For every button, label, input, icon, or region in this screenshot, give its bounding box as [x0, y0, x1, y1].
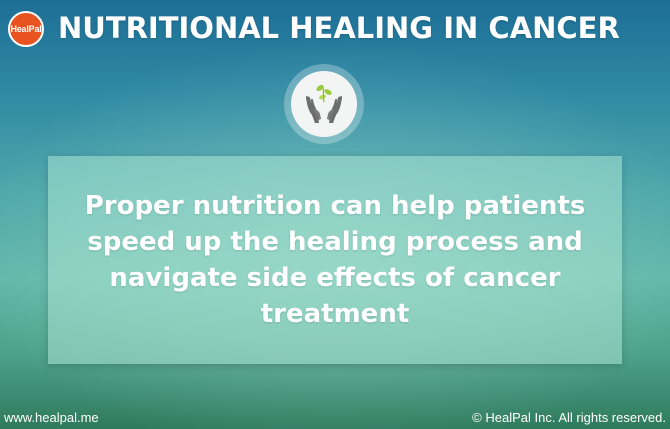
copyright-notice: © HealPal Inc. All rights reserved.	[472, 410, 666, 425]
message-card: Proper nutrition can help patients speed…	[48, 156, 622, 364]
hands-with-sprout-icon	[305, 84, 343, 123]
website-link[interactable]: www.healpal.me	[4, 409, 99, 427]
message-text: Proper nutrition can help patients speed…	[84, 191, 586, 329]
healpal-logo: HealPal	[8, 11, 44, 47]
page-title: NUTRITIONAL HEALING IN CANCER	[58, 11, 620, 45]
emblem	[284, 64, 364, 144]
logo-text: HealPal	[10, 24, 42, 34]
emblem-inner	[291, 71, 357, 137]
